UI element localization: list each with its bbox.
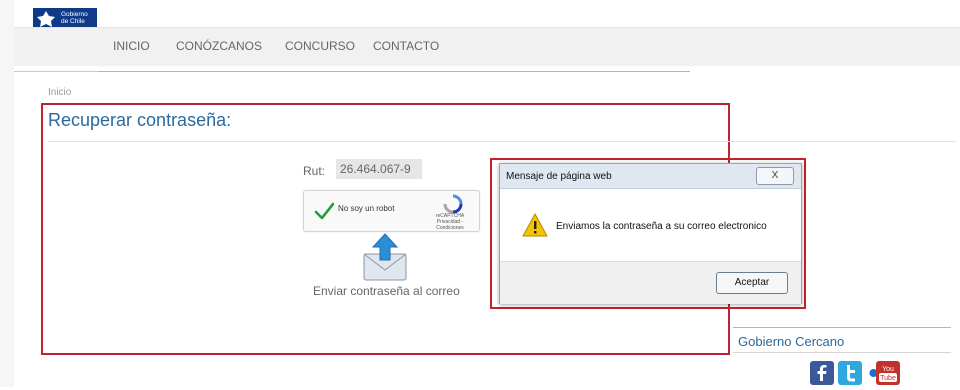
nav-item-concurso[interactable]: CONCURSO <box>285 39 355 53</box>
rut-label: Rut: <box>303 164 326 178</box>
title-divider <box>48 141 956 142</box>
nav-item-contacto[interactable]: CONTACTO <box>373 39 439 53</box>
accept-button[interactable]: Aceptar <box>716 272 788 294</box>
left-gutter <box>0 0 14 387</box>
close-icon[interactable]: X <box>756 167 794 185</box>
dialog-title: Mensaje de página web <box>506 171 612 182</box>
logo-text: Gobierno de Chile <box>61 11 88 25</box>
warning-icon <box>522 213 548 237</box>
nav-divider-accent <box>98 71 690 72</box>
dialog-titlebar[interactable]: Mensaje de página web X <box>500 164 801 189</box>
main-nav-bar <box>14 27 960 66</box>
web-page-message-dialog: Mensaje de página web X Enviamos la cont… <box>499 163 802 304</box>
dialog-message: Enviamos la contraseña a su correo elect… <box>556 221 767 232</box>
nav-item-inicio[interactable]: INICIO <box>113 39 150 53</box>
dialog-body: Enviamos la contraseña a su correo elect… <box>500 189 801 261</box>
sidebar-divider <box>733 352 951 353</box>
svg-text:You: You <box>882 366 894 373</box>
twitter-icon[interactable] <box>838 361 862 385</box>
send-password-link[interactable]: Enviar contraseña al correo <box>313 284 460 298</box>
recaptcha-widget[interactable]: No soy un robot reCAPTCHA Privacidad - C… <box>303 190 480 232</box>
nav-item-conozcanos[interactable]: CONÓZCANOS <box>176 39 262 53</box>
captcha-brand: reCAPTCHA Privacidad - Condiciones <box>435 213 465 231</box>
checkmark-icon[interactable] <box>314 201 334 221</box>
youtube-icon[interactable]: You Tube <box>876 361 900 385</box>
svg-text:Tube: Tube <box>880 375 896 382</box>
rut-field[interactable]: 26.464.067-9 <box>336 159 422 179</box>
facebook-icon[interactable] <box>810 361 834 385</box>
page-title: Recuperar contraseña: <box>48 110 232 130</box>
breadcrumb[interactable]: Inicio <box>48 87 71 98</box>
sidebar-title: Gobierno Cercano <box>738 334 845 349</box>
captcha-label: No soy un robot <box>338 204 395 213</box>
send-mail-icon[interactable] <box>360 232 410 282</box>
dialog-footer: Aceptar <box>500 261 801 304</box>
recaptcha-logo-icon <box>443 194 463 214</box>
sidebar-divider-accent <box>733 327 951 328</box>
